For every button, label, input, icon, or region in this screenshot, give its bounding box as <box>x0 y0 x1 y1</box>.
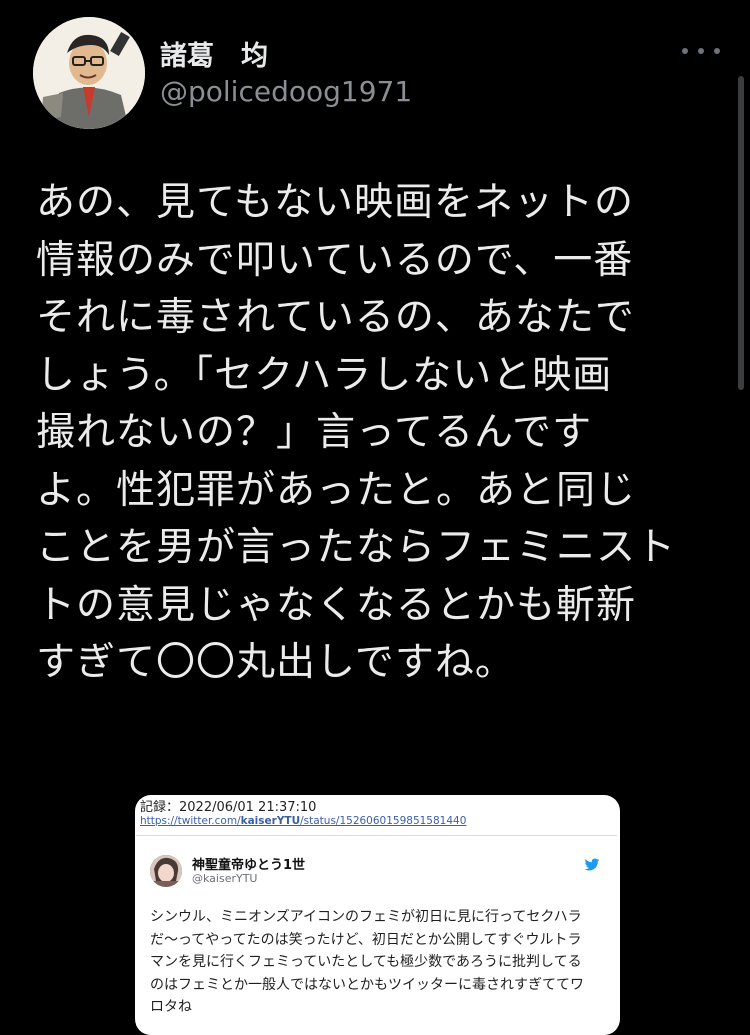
quoted-tweet-card: 神聖童帝ゆとう1世 @kaiserYTU シンウル、ミニオンズアイコンのフェミが… <box>136 835 617 1035</box>
quoted-line: ロタね <box>150 999 192 1015</box>
more-options-button[interactable] <box>682 38 720 64</box>
tweet-body: あの、見てもない映画をネットの 情報のみで叩いているので、一番 それに毒されてい… <box>36 174 691 692</box>
tweet-line: 撮れないの？」言ってるんです <box>36 410 593 455</box>
embedded-image[interactable]: 記録：2022/06/01 21:37:10 https://twitter.c… <box>135 795 620 1035</box>
quoted-line: のはフェミとか一般人ではないとかもツイッターに毒されすぎててワ <box>150 976 584 993</box>
author-avatar[interactable] <box>33 17 145 129</box>
quoted-handle: @kaiserYTU <box>192 872 258 885</box>
author-display-name[interactable]: 諸葛 均 <box>160 34 268 73</box>
author-handle[interactable]: @policedoog1971 <box>160 75 412 108</box>
record-url-prefix: https://twitter.com/ <box>140 815 241 827</box>
more-icon-dot <box>698 48 704 54</box>
record-timestamp: 記録：2022/06/01 21:37:10 <box>140 800 317 815</box>
record-url: https://twitter.com/kaiserYTU/status/152… <box>140 815 466 827</box>
quoted-line: マンを見に行くフェミっていたとしても極少数であろうに批判してる <box>150 954 582 970</box>
quoted-tweet-text: シンウル、ミニオンズアイコンのフェミが初日に見に行ってセクハラ だ〜ってやってた… <box>150 906 610 1019</box>
record-url-suffix: /status/1526060159851581440 <box>300 815 467 827</box>
avatar-illustration <box>33 17 145 129</box>
tweet-line: 情報のみで叩いているので、一番 <box>36 237 634 283</box>
record-url-user: kaiserYTU <box>240 815 301 827</box>
quoted-avatar-illustration <box>150 855 182 887</box>
scrollbar[interactable] <box>738 76 744 390</box>
twitter-bird-icon <box>584 858 600 871</box>
quoted-line: シンウル、ミニオンズアイコンのフェミが初日に見に行ってセクハラ <box>150 909 582 925</box>
tweet-line: しょう。「セクハラしないと映画 <box>36 352 613 398</box>
quoted-display-name: 神聖童帝ゆとう1世 <box>192 858 306 873</box>
tweet-line: あの、見てもない映画をネットの <box>36 180 635 225</box>
tweet-line: よ。性犯罪があったと。あと同じ <box>36 467 637 513</box>
more-icon <box>682 48 688 54</box>
tweet-line: それに毒されているの、あなたで <box>36 295 635 340</box>
tweet-line: すぎて〇〇丸出しですね。 <box>36 640 515 685</box>
more-icon-dot <box>714 48 720 54</box>
tweet-line: ことを男が言ったならフェミニスト <box>36 525 677 570</box>
tweet-line: トの意見じゃなくなるとかも斬新 <box>36 582 637 628</box>
quoted-avatar <box>150 855 182 887</box>
quoted-line: だ〜ってやってたのは笑ったけど、初日だとか公開してすぐウルトラ <box>150 931 582 948</box>
